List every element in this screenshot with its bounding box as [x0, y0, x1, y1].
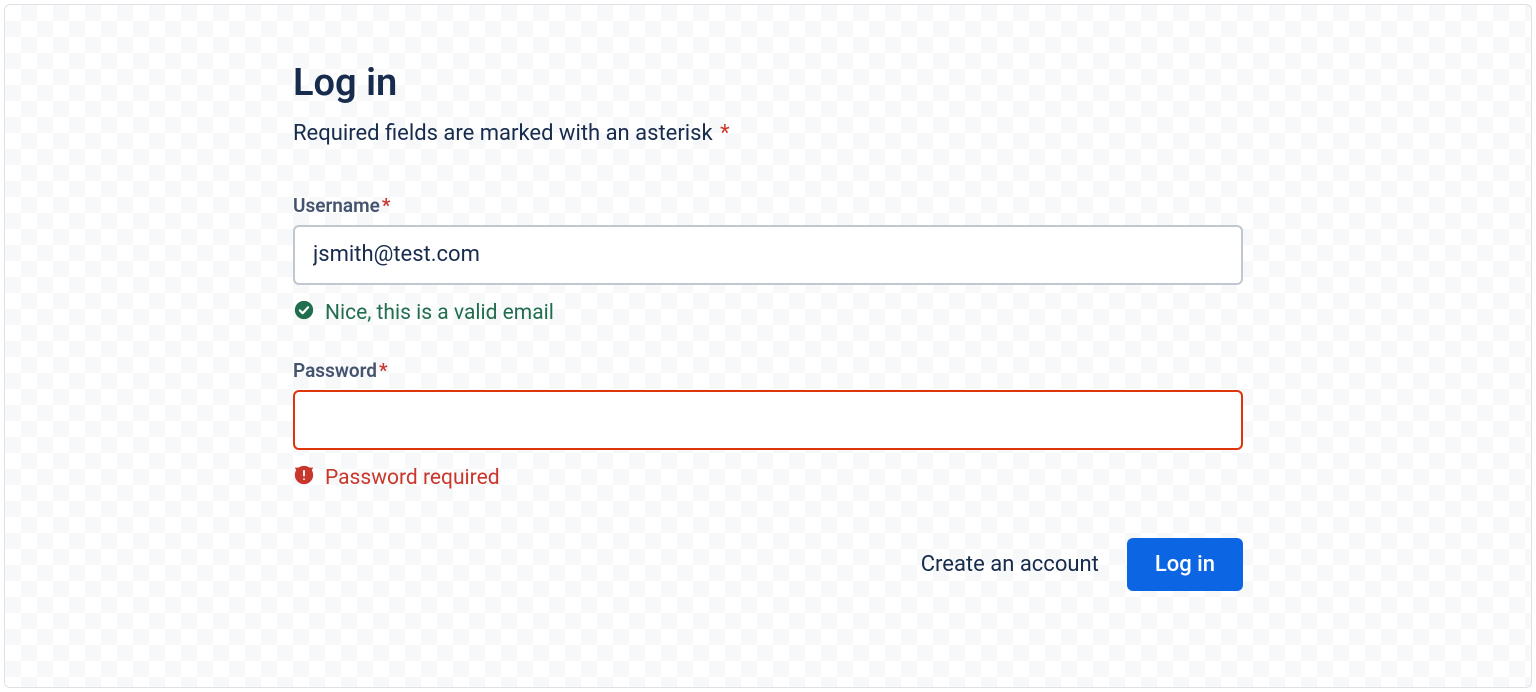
username-label-text: Username: [293, 194, 380, 217]
password-label-text: Password: [293, 359, 377, 382]
required-mark-icon: *: [382, 194, 391, 217]
required-mark-icon: *: [379, 359, 388, 382]
create-account-link[interactable]: Create an account: [921, 552, 1099, 577]
username-label: Username*: [293, 194, 1243, 217]
asterisk-icon: *: [720, 121, 729, 146]
form-actions: Create an account Log in: [293, 538, 1243, 591]
required-hint: Required fields are marked with an aster…: [293, 121, 1243, 146]
password-validation-text: Password required: [325, 466, 500, 490]
password-label: Password*: [293, 359, 1243, 382]
login-button[interactable]: Log in: [1127, 538, 1243, 591]
password-input[interactable]: [293, 390, 1243, 450]
success-icon: [293, 299, 315, 327]
username-validation-text: Nice, this is a valid email: [325, 301, 554, 325]
password-field: Password* Password required: [293, 359, 1243, 492]
form-container: Log in Required fields are marked with a…: [4, 4, 1532, 688]
password-validation: Password required: [293, 464, 1243, 492]
username-validation: Nice, this is a valid email: [293, 299, 1243, 327]
page-title: Log in: [293, 61, 1243, 107]
username-field: Username* Nice, this is a valid email: [293, 194, 1243, 327]
required-hint-text: Required fields are marked with an aster…: [293, 121, 713, 146]
username-input[interactable]: [293, 225, 1243, 285]
error-icon: [293, 464, 315, 492]
